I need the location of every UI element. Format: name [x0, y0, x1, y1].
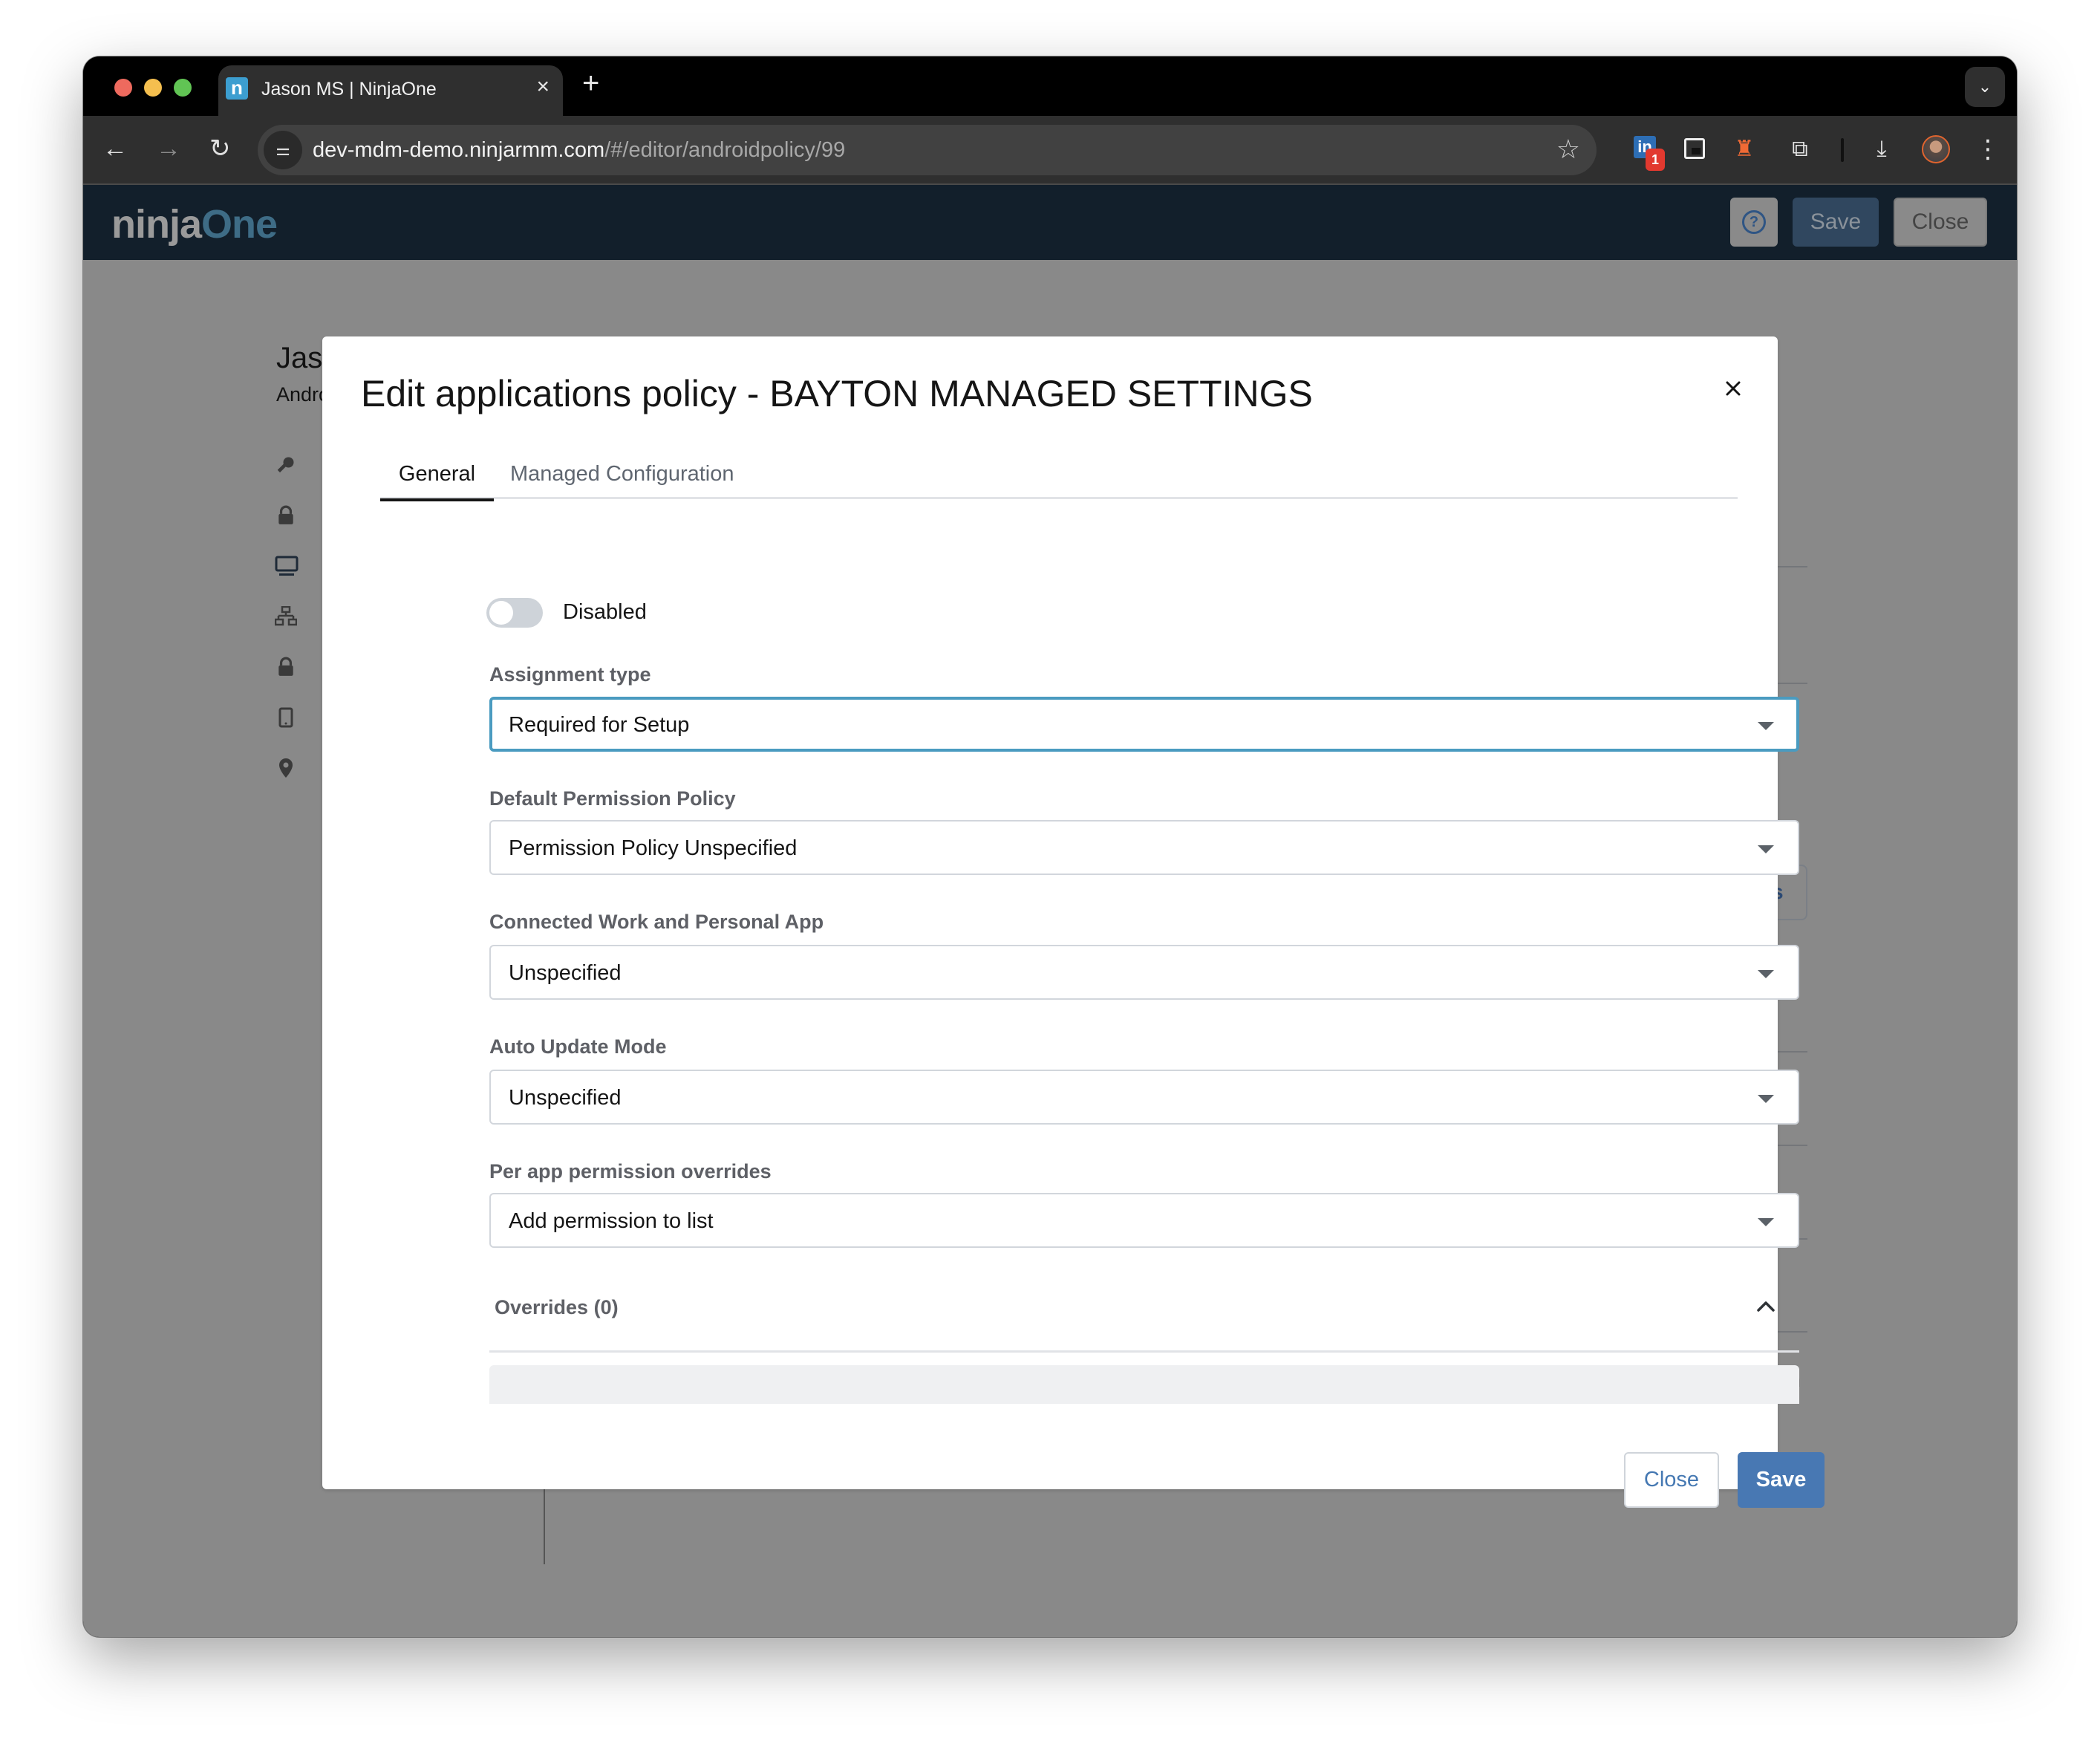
- bookmark-star-icon[interactable]: ☆: [1556, 134, 1580, 165]
- background-divider: [1778, 683, 1807, 684]
- monitor-icon[interactable]: [275, 556, 299, 578]
- enabled-toggle[interactable]: [486, 598, 543, 628]
- select-value: Unspecified: [509, 961, 622, 985]
- url-path: /#/editor/androidpolicy/99: [604, 138, 846, 162]
- tab-strip: n Jason MS | NinjaOne × + ⌄: [83, 56, 2017, 116]
- default-permission-policy-label: Default Permission Policy: [489, 787, 736, 810]
- browser-toolbar: ← → ↻ ⚌ dev-mdm-demo.ninjarmm.com/#/edit…: [83, 116, 2017, 185]
- chevron-up-icon[interactable]: [1755, 1299, 1776, 1314]
- question-circle-icon: ?: [1742, 210, 1766, 234]
- app-header: ninjaOne ? Save Close: [83, 185, 2017, 260]
- tab-search-chevron-down-icon[interactable]: ⌄: [1965, 67, 2005, 107]
- close-icon[interactable]: [1718, 374, 1748, 403]
- auto-update-mode-select[interactable]: Unspecified: [489, 1070, 1799, 1125]
- browser-menu-kebab-icon[interactable]: ⋮: [1975, 131, 2000, 168]
- browser-tab-active[interactable]: n Jason MS | NinjaOne ×: [218, 65, 563, 116]
- toggle-knob: [489, 601, 513, 625]
- modal-save-button[interactable]: Save: [1738, 1452, 1825, 1508]
- overrides-divider: [489, 1350, 1799, 1353]
- background-vertical-divider: [544, 1489, 545, 1564]
- modal-close-button[interactable]: Close: [1624, 1452, 1719, 1508]
- assignment-type-label: Assignment type: [489, 663, 651, 686]
- window-maximize-button[interactable]: [174, 79, 192, 97]
- per-app-permission-overrides-select[interactable]: Add permission to list: [489, 1193, 1799, 1248]
- edit-applications-policy-modal: Edit applications policy - BAYTON MANAGE…: [322, 336, 1825, 1508]
- select-value: Required for Setup: [509, 713, 690, 737]
- back-arrow-icon[interactable]: ←: [102, 132, 128, 165]
- ninjaone-logo: ninjaOne: [111, 202, 278, 247]
- reload-icon[interactable]: ↻: [209, 132, 231, 165]
- overrides-accordion-header[interactable]: Overrides (0): [495, 1296, 619, 1319]
- lock-icon[interactable]: [275, 657, 297, 679]
- caret-down-icon: [1758, 970, 1774, 978]
- location-pin-icon[interactable]: [275, 758, 297, 780]
- select-value: Add permission to list: [509, 1209, 714, 1233]
- profile-avatar[interactable]: [1922, 135, 1950, 163]
- caret-down-icon: [1758, 1095, 1774, 1103]
- extensions-puzzle-icon[interactable]: ⧉: [1785, 131, 1815, 168]
- connected-work-personal-app-label: Connected Work and Personal App: [489, 911, 824, 933]
- window-close-button[interactable]: [114, 79, 132, 97]
- background-divider: [1778, 566, 1807, 567]
- url-host: dev-mdm-demo.ninjarmm.com: [313, 138, 605, 162]
- mobile-phone-icon[interactable]: [275, 707, 297, 729]
- overrides-list: [489, 1365, 1799, 1404]
- url-text[interactable]: dev-mdm-demo.ninjarmm.com/#/editor/andro…: [313, 138, 845, 163]
- select-value: Permission Policy Unspecified: [509, 836, 798, 860]
- key-icon[interactable]: [275, 455, 297, 477]
- background-divider: [1778, 1051, 1807, 1053]
- background-divider: [1778, 1145, 1807, 1146]
- address-bar[interactable]: ⚌ dev-mdm-demo.ninjarmm.com/#/editor/and…: [258, 125, 1597, 175]
- extension-badge: 1: [1646, 149, 1665, 171]
- ninjaone-favicon-icon: n: [226, 77, 248, 100]
- background-divider: [1778, 1331, 1807, 1333]
- help-button[interactable]: ?: [1730, 198, 1778, 247]
- tab-general[interactable]: General: [380, 458, 494, 501]
- picture-in-picture-icon[interactable]: [1684, 138, 1705, 159]
- lighthouse-extension-icon[interactable]: ♜: [1733, 131, 1755, 168]
- assignment-type-select[interactable]: Required for Setup: [489, 697, 1799, 752]
- default-permission-policy-select[interactable]: Permission Policy Unspecified: [489, 820, 1799, 875]
- caret-down-icon: [1758, 845, 1774, 853]
- tab-managed-configuration[interactable]: Managed Configuration: [510, 458, 734, 499]
- header-close-button[interactable]: Close: [1894, 198, 1987, 247]
- modal-title: Edit applications policy - BAYTON MANAGE…: [361, 373, 1313, 414]
- browser-window: n Jason MS | NinjaOne × + ⌄ ← → ↻ ⚌ dev-…: [83, 56, 2017, 1637]
- forward-arrow-icon[interactable]: →: [156, 132, 181, 165]
- connected-work-personal-app-select[interactable]: Unspecified: [489, 945, 1799, 1000]
- window-minimize-button[interactable]: [144, 79, 162, 97]
- network-icon[interactable]: [274, 605, 298, 628]
- new-tab-button[interactable]: +: [582, 67, 599, 100]
- modal-tabs: General Managed Configuration: [380, 458, 1738, 501]
- per-app-permission-overrides-label: Per app permission overrides: [489, 1160, 772, 1182]
- lock-icon[interactable]: [275, 505, 297, 527]
- caret-down-icon: [1758, 1218, 1774, 1226]
- toolbar-separator: [1841, 138, 1844, 162]
- toggle-label: Disabled: [563, 600, 647, 624]
- caret-down-icon: [1758, 722, 1774, 730]
- site-info-icon[interactable]: ⚌: [264, 131, 302, 169]
- header-save-button[interactable]: Save: [1793, 198, 1879, 247]
- download-icon[interactable]: ⤓: [1867, 131, 1897, 168]
- tab-title: Jason MS | NinjaOne: [261, 79, 437, 100]
- close-tab-icon[interactable]: ×: [536, 74, 550, 100]
- auto-update-mode-label: Auto Update Mode: [489, 1035, 667, 1058]
- select-value: Unspecified: [509, 1086, 622, 1110]
